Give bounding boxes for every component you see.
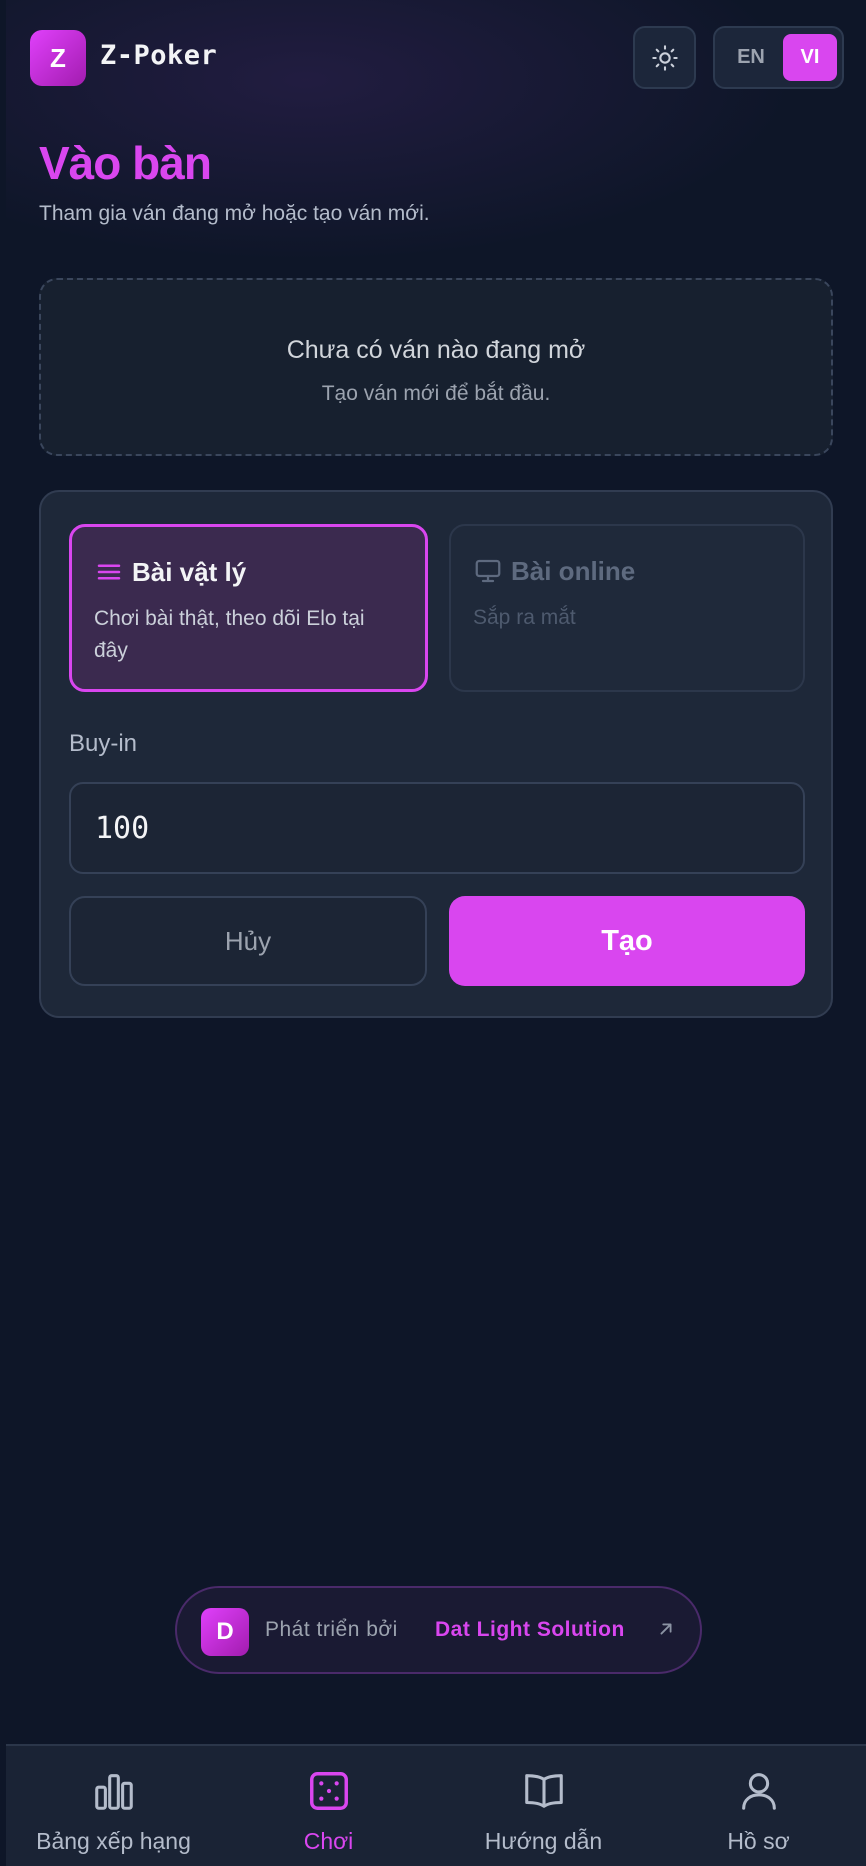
- nav-item-profile[interactable]: Hồ sơ: [651, 1746, 866, 1866]
- page-title: Vào bàn: [39, 137, 212, 189]
- bottom-nav: Bảng xếp hạng Chơi Hướng dẫn Hồ sơ: [6, 1744, 866, 1866]
- monitor-icon: [475, 559, 501, 583]
- nav-label: Bảng xếp hạng: [36, 1828, 191, 1854]
- sun-icon: [651, 44, 678, 71]
- menu-lines-icon: [97, 564, 121, 580]
- cancel-button[interactable]: Hủy: [69, 896, 427, 986]
- empty-subtitle: Tạo ván mới để bắt đầu.: [321, 382, 551, 405]
- user-icon: [741, 1773, 776, 1810]
- buyin-label: Buy-in: [69, 730, 138, 757]
- create-button[interactable]: Tạo: [449, 896, 805, 986]
- empty-games-panel: Chưa có ván nào đang mở Tạo ván mới để b…: [39, 278, 833, 456]
- option-physical-cards[interactable]: Bài vật lý Chơi bài thật, theo dõi Elo t…: [69, 524, 428, 692]
- lang-vi-button[interactable]: VI: [783, 34, 837, 81]
- nav-item-play[interactable]: Chơi: [221, 1746, 436, 1866]
- empty-title: Chưa có ván nào đang mở: [286, 336, 586, 364]
- nav-item-guide[interactable]: Hướng dẫn: [436, 1746, 651, 1866]
- language-switcher: EN VI: [713, 26, 844, 89]
- book-icon: [524, 1774, 563, 1808]
- option-desc: Chơi bài thật, theo dõi Elo tại đây: [94, 607, 365, 662]
- nav-item-leaderboard[interactable]: Bảng xếp hạng: [6, 1746, 221, 1866]
- create-game-card: Bài vật lý Chơi bài thật, theo dõi Elo t…: [39, 490, 833, 1018]
- option-online-cards: Bài online Sắp ra mắt: [449, 524, 805, 692]
- nav-label: Hồ sơ: [727, 1828, 790, 1854]
- header: Z Z-Poker EN VI: [6, 0, 866, 112]
- logo[interactable]: Z: [30, 30, 86, 86]
- app-root: Z Z-Poker EN VI Vào bàn Tham gia ván đan…: [6, 0, 866, 1866]
- arrow-up-right-icon: [660, 1623, 672, 1635]
- theme-toggle-button[interactable]: [633, 26, 696, 89]
- buyin-input[interactable]: [69, 782, 805, 874]
- lang-en-button[interactable]: EN: [725, 34, 777, 81]
- option-title: Bài vật lý: [132, 557, 247, 587]
- developer-badge: D: [201, 1608, 249, 1656]
- bar-chart-icon: [94, 1774, 133, 1810]
- nav-label: Chơi: [303, 1828, 354, 1854]
- credit-company: Dat Light Solution: [435, 1618, 625, 1641]
- brand-name[interactable]: Z-Poker: [100, 40, 217, 71]
- nav-label: Hướng dẫn: [484, 1828, 603, 1854]
- option-desc: Sắp ra mắt: [473, 606, 576, 629]
- page-subtitle: Tham gia ván đang mở hoặc tạo ván mới.: [39, 202, 430, 225]
- dice-icon: [309, 1772, 348, 1810]
- developer-credit-link[interactable]: D Phát triển bởi Dat Light Solution: [175, 1586, 702, 1674]
- credit-text: Phát triển bởi: [265, 1618, 398, 1641]
- option-title: Bài online: [511, 556, 636, 586]
